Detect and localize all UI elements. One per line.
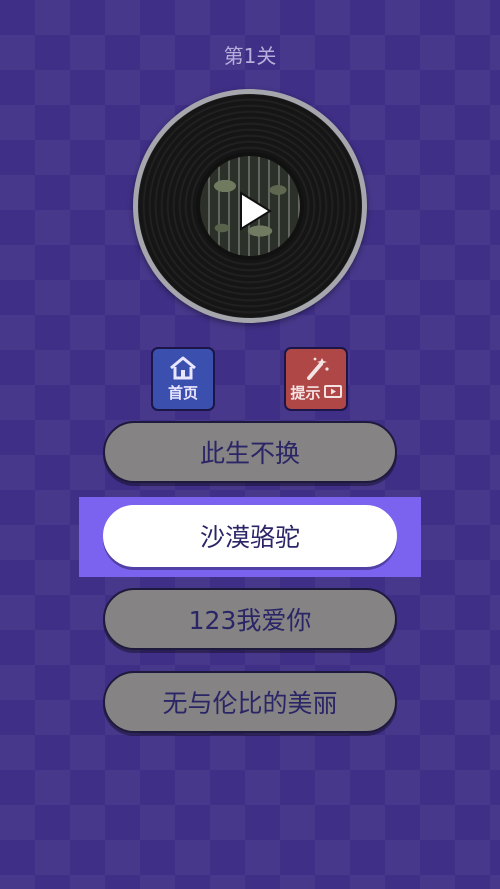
vinyl-record[interactable] — [133, 89, 367, 323]
option-button-2[interactable]: 沙漠骆驼 — [103, 505, 397, 567]
home-button[interactable]: 首页 — [151, 347, 215, 411]
home-icon — [168, 356, 198, 382]
record-grooves — [138, 94, 362, 318]
level-title: 第1关 — [223, 44, 277, 68]
hint-label: 提示 — [290, 383, 321, 402]
option-button-1[interactable]: 此生不换 — [103, 421, 397, 483]
home-label: 首页 — [167, 383, 198, 402]
hint-button[interactable]: 提示 — [284, 347, 348, 411]
magic-wand-icon — [301, 356, 331, 382]
hint-label-row: 提示 — [290, 382, 342, 403]
option-button-4[interactable]: 无与伦比的美丽 — [103, 671, 397, 733]
video-icon — [323, 384, 342, 400]
play-icon[interactable] — [234, 190, 276, 232]
option-button-3[interactable]: 123我爱你 — [103, 588, 397, 650]
